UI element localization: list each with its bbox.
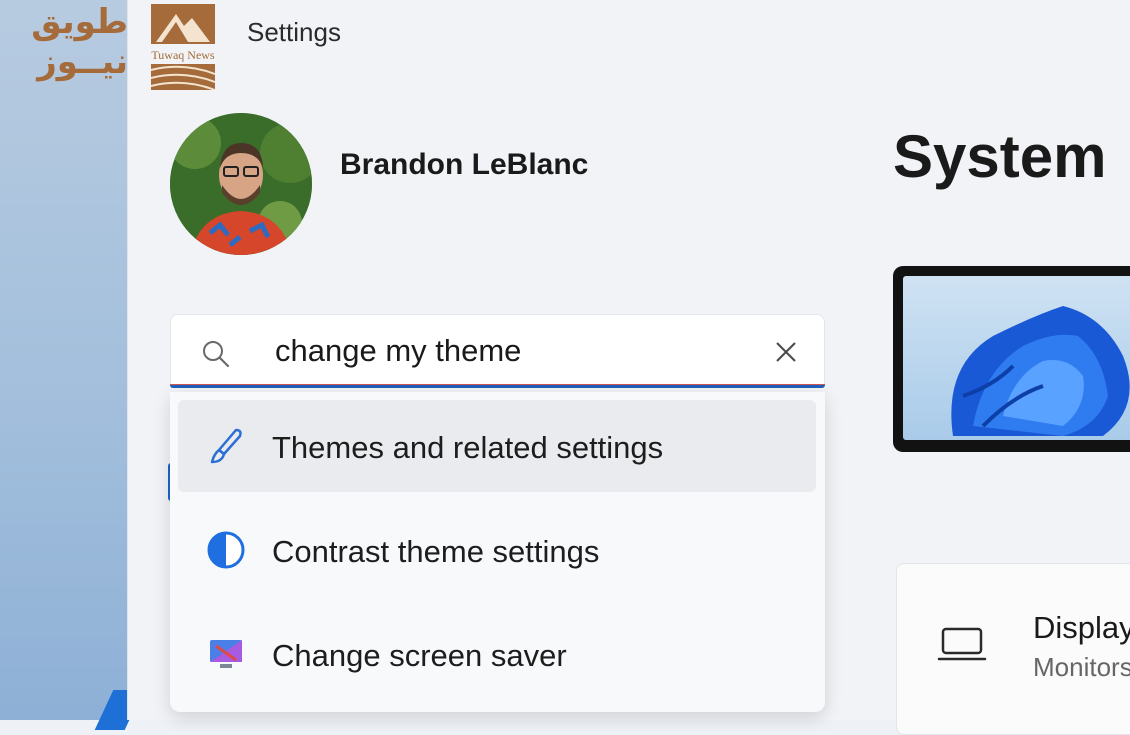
watermark-logo: Tuwaq News [150,4,216,91]
watermark-arabic: طويق نيــوز [4,2,128,82]
watermark-brand: Tuwaq News [151,48,215,62]
search-icon [201,339,231,373]
close-icon [776,342,796,362]
suggestion-label: Contrast theme settings [272,534,600,569]
suggestion-contrast[interactable]: Contrast theme settings [178,504,816,596]
suggestion-label: Themes and related settings [272,430,664,465]
display-card-subtitle: Monitors [1033,652,1130,682]
search-input[interactable] [275,327,755,375]
device-preview [893,266,1130,452]
desktop-background [0,0,144,730]
search-box[interactable] [170,314,825,388]
page-title: System [893,123,1107,190]
search-suggestions: Themes and related settings Contrast the… [170,392,825,712]
app-title: Settings [247,17,341,47]
suggestion-screen-saver[interactable]: Change screen saver [178,608,816,700]
suggestion-themes[interactable]: Themes and related settings [178,400,816,492]
avatar[interactable] [170,113,312,255]
contrast-icon [206,530,246,570]
brush-icon [206,426,246,466]
laptop-icon [937,626,987,666]
display-card[interactable]: Display Monitors [896,563,1130,735]
screensaver-icon [206,634,246,674]
suggestion-label: Change screen saver [272,638,567,673]
search-focus-underline [170,384,825,388]
watermark-arabic-line2: نيــوز [37,42,128,82]
wallpaper-preview [903,276,1130,440]
user-name: Brandon LeBlanc [340,148,589,181]
watermark-arabic-line1: طويق [31,2,128,42]
clear-search-button[interactable] [771,337,801,367]
display-card-title: Display [1033,610,1130,645]
